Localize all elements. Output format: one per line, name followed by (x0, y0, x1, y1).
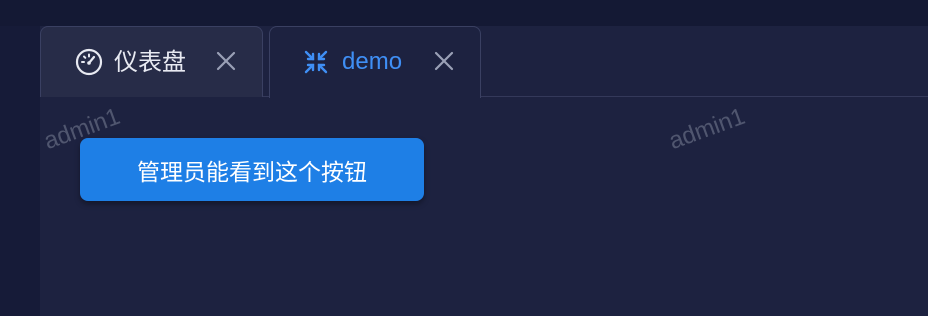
tab-demo[interactable]: demo (269, 26, 481, 98)
top-bar (0, 0, 928, 26)
tab-dashboard-label: 仪表盘 (114, 48, 186, 76)
collapse-arrows-icon (301, 47, 331, 77)
admin-only-button[interactable]: 管理员能看到这个按钮 (80, 138, 424, 201)
close-icon[interactable] (214, 49, 238, 73)
left-sidebar-edge (0, 26, 40, 316)
dashboard-icon (74, 47, 104, 77)
tab-dashboard[interactable]: 仪表盘 (40, 26, 263, 97)
close-icon[interactable] (432, 49, 456, 73)
tab-demo-label: demo (342, 48, 403, 75)
